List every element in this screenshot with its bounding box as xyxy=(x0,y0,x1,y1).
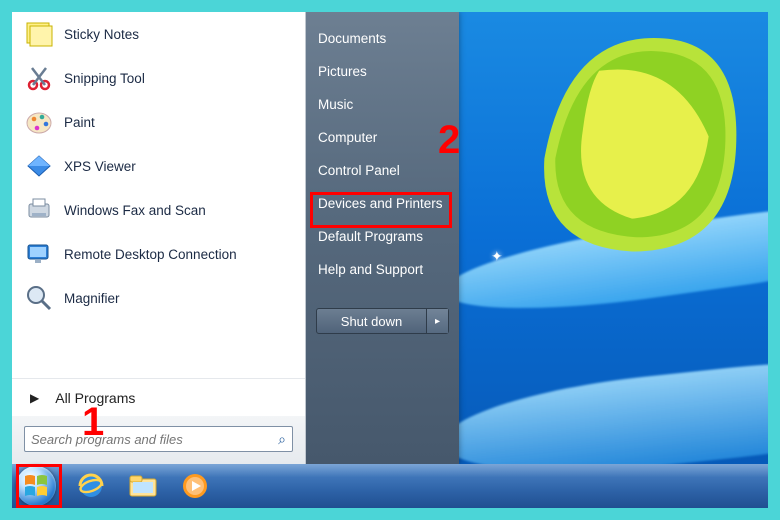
program-label: XPS Viewer xyxy=(64,159,136,174)
windows-leaf-wallpaper xyxy=(522,27,742,257)
paint-icon xyxy=(24,107,54,137)
sidebar-item-pictures[interactable]: Pictures xyxy=(306,55,459,88)
all-programs-label: All Programs xyxy=(55,390,135,406)
program-remote-desktop[interactable]: Remote Desktop Connection xyxy=(12,232,305,276)
sidebar-item-computer[interactable]: Computer xyxy=(306,121,459,154)
program-label: Remote Desktop Connection xyxy=(64,247,237,262)
sidebar-item-default-programs[interactable]: Default Programs xyxy=(306,220,459,253)
sidebar-item-music[interactable]: Music xyxy=(306,88,459,121)
desktop: ✦ Sticky Notes Snipping Tool Paint xyxy=(12,12,768,508)
program-label: Sticky Notes xyxy=(64,27,139,42)
taskbar-explorer[interactable] xyxy=(126,469,160,503)
tutorial-frame: ✦ Sticky Notes Snipping Tool Paint xyxy=(0,0,780,520)
internet-explorer-icon xyxy=(76,471,106,501)
all-programs-button[interactable]: ▶ All Programs xyxy=(12,378,305,416)
program-sticky-notes[interactable]: Sticky Notes xyxy=(12,12,305,56)
start-menu: Sticky Notes Snipping Tool Paint XPS Vie… xyxy=(12,12,459,464)
program-magnifier[interactable]: Magnifier xyxy=(12,276,305,320)
program-snipping-tool[interactable]: Snipping Tool xyxy=(12,56,305,100)
shutdown-button[interactable]: Shut down ▸ xyxy=(316,308,449,334)
search-area: ⌕ xyxy=(12,416,305,464)
shutdown-label: Shut down xyxy=(317,314,426,329)
start-menu-right-pane: Documents Pictures Music Computer Contro… xyxy=(306,12,459,464)
program-label: Snipping Tool xyxy=(64,71,145,86)
program-label: Windows Fax and Scan xyxy=(64,203,206,218)
program-label: Magnifier xyxy=(64,291,120,306)
start-button[interactable] xyxy=(16,466,56,506)
chevron-right-icon: ▶ xyxy=(30,391,39,405)
program-xps-viewer[interactable]: XPS Viewer xyxy=(12,144,305,188)
program-paint[interactable]: Paint xyxy=(12,100,305,144)
windows-logo-icon xyxy=(23,473,49,499)
snipping-tool-icon xyxy=(24,63,54,93)
shutdown-options-arrow[interactable]: ▸ xyxy=(426,309,448,333)
fax-scan-icon xyxy=(24,195,54,225)
search-box[interactable]: ⌕ xyxy=(24,426,293,452)
program-fax-scan[interactable]: Windows Fax and Scan xyxy=(12,188,305,232)
recent-programs-list: Sticky Notes Snipping Tool Paint XPS Vie… xyxy=(12,12,305,378)
remote-desktop-icon xyxy=(24,239,54,269)
magnifier-icon xyxy=(24,283,54,313)
sparkle-icon: ✦ xyxy=(491,248,503,265)
sidebar-item-control-panel[interactable]: Control Panel xyxy=(306,154,459,187)
sticky-notes-icon xyxy=(24,19,54,49)
file-explorer-icon xyxy=(127,471,159,501)
start-menu-left-pane: Sticky Notes Snipping Tool Paint XPS Vie… xyxy=(12,12,306,464)
search-icon: ⌕ xyxy=(278,431,286,448)
sidebar-item-documents[interactable]: Documents xyxy=(306,22,459,55)
xps-viewer-icon xyxy=(24,151,54,181)
taskbar-ie[interactable] xyxy=(74,469,108,503)
program-label: Paint xyxy=(64,115,95,130)
taskbar xyxy=(12,464,768,508)
taskbar-media-player[interactable] xyxy=(178,469,212,503)
media-player-icon xyxy=(180,471,210,501)
sidebar-item-devices-printers[interactable]: Devices and Printers xyxy=(306,187,459,220)
sidebar-item-help-support[interactable]: Help and Support xyxy=(306,253,459,286)
search-input[interactable] xyxy=(31,432,278,447)
